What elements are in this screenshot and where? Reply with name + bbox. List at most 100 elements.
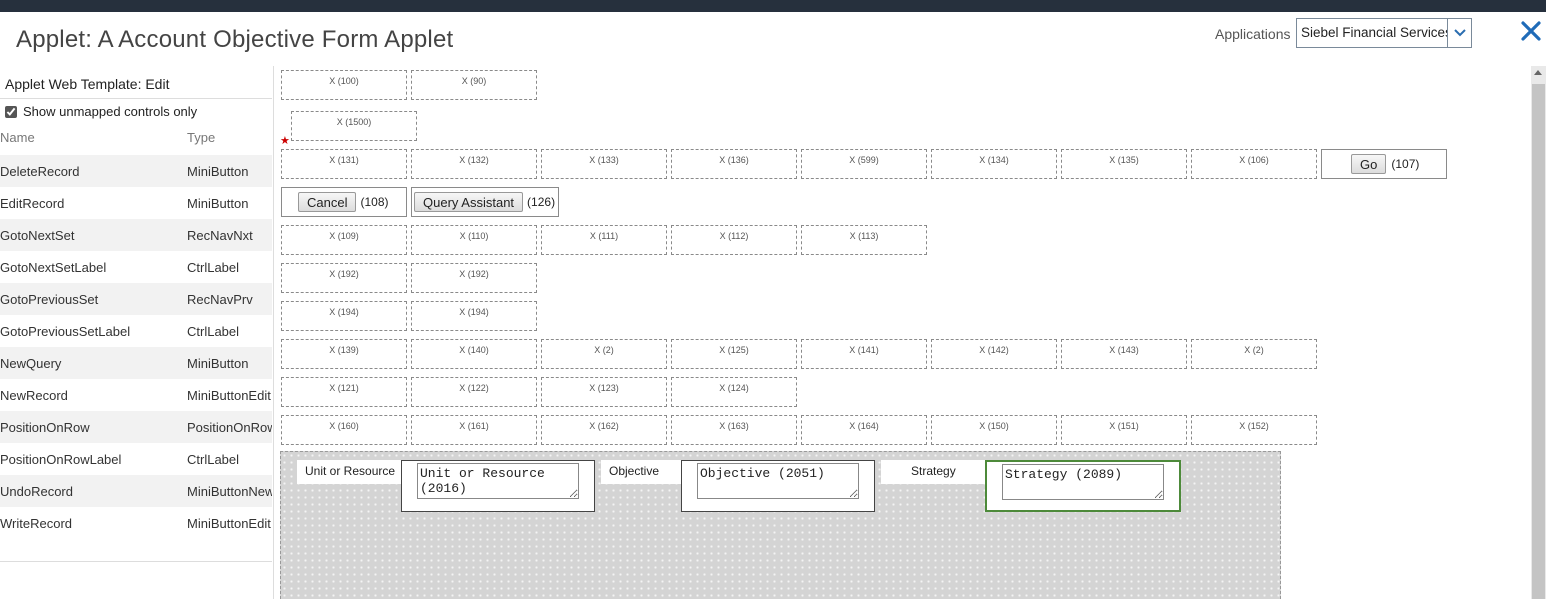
placeholder-slot[interactable]: X (135) — [1061, 149, 1187, 179]
placeholder-slot[interactable]: X (143) — [1061, 339, 1187, 369]
list-item[interactable]: EditRecord MiniButton — [0, 187, 272, 219]
control-name: EditRecord — [0, 195, 65, 211]
applications-label: Applications — [1215, 26, 1291, 42]
scroll-up-icon[interactable] — [1534, 70, 1542, 75]
unit-or-resource-label[interactable]: Unit or Resource — [297, 460, 401, 484]
cancel-control: Cancel (108) — [281, 187, 407, 217]
list-item[interactable]: DeleteRecord MiniButton — [0, 155, 272, 187]
cancel-control-id: (108) — [360, 195, 389, 209]
control-name: DeleteRecord — [0, 163, 80, 179]
required-star-icon: ★ — [280, 135, 290, 147]
page-title: Applet: A Account Objective Form Applet — [16, 26, 454, 53]
list-item[interactable]: WriteRecord MiniButtonEdit — [0, 507, 272, 539]
placeholder-slot[interactable]: X (122) — [411, 377, 537, 407]
unmapped-controls-checkbox[interactable] — [5, 105, 17, 118]
template-canvas: X (100) X (90) X (1500) ★ X (131) X (132… — [277, 66, 1546, 599]
list-item[interactable]: GotoPreviousSet RecNavPrv — [0, 283, 272, 315]
placeholder-slot[interactable]: X (133) — [541, 149, 667, 179]
placeholder-slot[interactable]: X (1500) — [291, 111, 417, 141]
column-header-type[interactable]: Type — [187, 130, 215, 145]
placeholder-slot[interactable]: X (192) — [411, 263, 537, 293]
objective-label[interactable]: Objective — [601, 460, 681, 484]
list-item[interactable]: NewQuery MiniButton — [0, 347, 272, 379]
placeholder-slot[interactable]: X (139) — [281, 339, 407, 369]
placeholder-slot[interactable]: X (124) — [671, 377, 797, 407]
placeholder-slot[interactable]: X (160) — [281, 415, 407, 445]
objective-field[interactable]: Objective (2051) — [697, 463, 859, 499]
chevron-down-icon[interactable] — [1447, 19, 1471, 47]
placeholder-slot[interactable]: X (192) — [281, 263, 407, 293]
go-button[interactable]: Go — [1351, 154, 1387, 174]
control-type: MiniButtonEdit — [187, 515, 271, 531]
control-name: GotoPreviousSetLabel — [0, 323, 131, 339]
placeholder-slot[interactable]: X (151) — [1061, 415, 1187, 445]
placeholder-slot[interactable]: X (136) — [671, 149, 797, 179]
placeholder-slot[interactable]: X (109) — [281, 225, 407, 255]
scrollbar-thumb[interactable] — [1532, 84, 1545, 599]
header: Applet: A Account Objective Form Applet … — [0, 12, 1546, 66]
control-type: MiniButton — [187, 195, 249, 211]
column-header-name[interactable]: Name — [0, 130, 35, 145]
placeholder-slot[interactable]: X (123) — [541, 377, 667, 407]
close-icon[interactable] — [1520, 20, 1544, 46]
list-item[interactable]: PositionOnRow PositionOnRow — [0, 411, 272, 443]
placeholder-slot[interactable]: X (2) — [1191, 339, 1317, 369]
placeholder-slot[interactable]: X (134) — [931, 149, 1057, 179]
placeholder-slot[interactable]: X (112) — [671, 225, 797, 255]
control-name: GotoPreviousSet — [0, 291, 99, 307]
strategy-field[interactable]: Strategy (2089) — [1002, 464, 1164, 500]
placeholder-slot[interactable]: X (163) — [671, 415, 797, 445]
query-assistant-button[interactable]: Query Assistant — [414, 192, 524, 212]
control-type: PositionOnRow — [187, 419, 272, 435]
query-assistant-control: Query Assistant (126) — [411, 187, 559, 217]
strategy-label[interactable]: Strategy — [881, 460, 985, 484]
divider — [0, 98, 272, 99]
list-item[interactable]: GotoNextSet RecNavNxt — [0, 219, 272, 251]
objective-control[interactable]: Objective (2051) — [681, 460, 875, 512]
placeholder-slot[interactable]: X (194) — [281, 301, 407, 331]
cancel-button[interactable]: Cancel — [298, 192, 357, 212]
placeholder-slot[interactable]: X (599) — [801, 149, 927, 179]
strategy-control[interactable]: Strategy (2089) — [985, 460, 1181, 512]
placeholder-slot[interactable]: X (2) — [541, 339, 667, 369]
list-item[interactable]: PositionOnRowLabel CtrlLabel — [0, 443, 272, 475]
placeholder-slot[interactable]: X (162) — [541, 415, 667, 445]
placeholder-slot[interactable]: X (100) — [281, 70, 407, 100]
list-item[interactable]: UndoRecord MiniButtonNew — [0, 475, 272, 507]
placeholder-slot[interactable]: X (132) — [411, 149, 537, 179]
controls-list: DeleteRecord MiniButton EditRecord MiniBut… — [0, 155, 272, 539]
form-layout-grid[interactable]: Unit or Resource Unit or Resource (2016)… — [280, 451, 1281, 599]
list-item[interactable]: GotoNextSetLabel CtrlLabel — [0, 251, 272, 283]
control-type: RecNavPrv — [187, 291, 253, 307]
placeholder-slot[interactable]: X (164) — [801, 415, 927, 445]
placeholder-slot[interactable]: X (140) — [411, 339, 537, 369]
unit-or-resource-control[interactable]: Unit or Resource (2016) — [401, 460, 595, 512]
placeholder-slot[interactable]: X (125) — [671, 339, 797, 369]
placeholder-slot[interactable]: X (161) — [411, 415, 537, 445]
template-panel: Applet Web Template: Edit Show unmapped … — [0, 66, 274, 599]
control-name: PositionOnRow — [0, 419, 90, 435]
placeholder-slot[interactable]: X (194) — [411, 301, 537, 331]
placeholder-slot[interactable]: X (142) — [931, 339, 1057, 369]
control-type: RecNavNxt — [187, 227, 253, 243]
placeholder-slot[interactable]: X (150) — [931, 415, 1057, 445]
control-type: CtrlLabel — [187, 451, 240, 467]
placeholder-slot[interactable]: X (113) — [801, 225, 927, 255]
placeholder-slot[interactable]: X (90) — [411, 70, 537, 100]
placeholder-slot[interactable]: X (152) — [1191, 415, 1317, 445]
list-item[interactable]: NewRecord MiniButtonEdit — [0, 379, 272, 411]
placeholder-slot[interactable]: X (111) — [541, 225, 667, 255]
unmapped-controls-toggle[interactable]: Show unmapped controls only — [5, 104, 197, 119]
placeholder-slot[interactable]: X (121) — [281, 377, 407, 407]
applications-select[interactable]: Siebel Financial Services — [1296, 18, 1472, 48]
query-assistant-control-id: (126) — [527, 195, 556, 209]
placeholder-slot[interactable]: X (110) — [411, 225, 537, 255]
placeholder-slot[interactable]: X (141) — [801, 339, 927, 369]
placeholder-slot[interactable]: X (106) — [1191, 149, 1317, 179]
unit-or-resource-field[interactable]: Unit or Resource (2016) — [417, 463, 579, 499]
list-item[interactable]: GotoPreviousSetLabel CtrlLabel — [0, 315, 272, 347]
control-type: CtrlLabel — [187, 323, 240, 339]
control-type: MiniButtonEdit — [187, 387, 271, 403]
control-name: NewQuery — [0, 355, 62, 371]
placeholder-slot[interactable]: X (131) — [281, 149, 407, 179]
